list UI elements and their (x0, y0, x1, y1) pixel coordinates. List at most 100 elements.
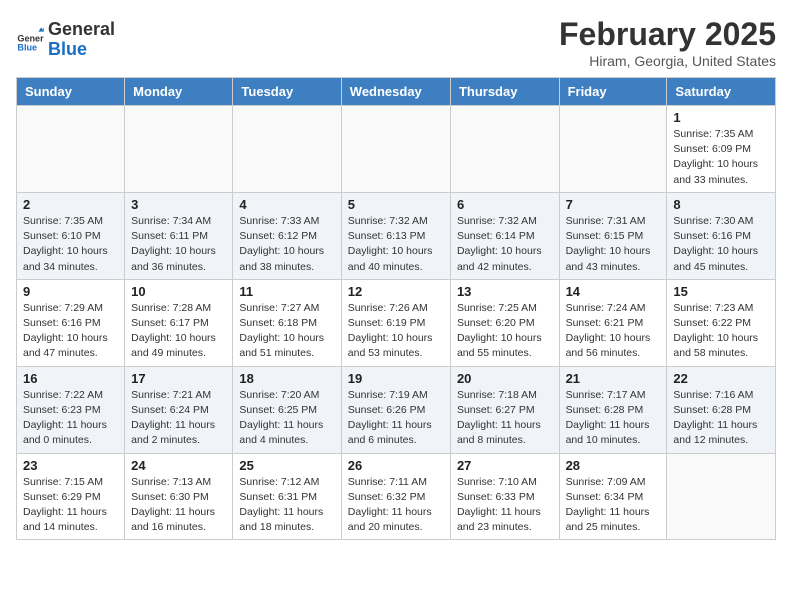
calendar-cell: 3Sunrise: 7:34 AM Sunset: 6:11 PM Daylig… (125, 192, 233, 279)
calendar-cell: 26 Sunrise: 7:11 AM Sunset: 6:32 PM Dayli… (341, 453, 450, 540)
day-info: Sunrise: 7:31 AM Sunset: 6:15 PM Dayligh… (566, 214, 661, 275)
calendar-table: SundayMondayTuesdayWednesdayThursdayFrid… (16, 77, 776, 540)
day-info: Sunrise: 7:22 AM Sunset: 6:23 PM Dayligh… (23, 388, 118, 449)
day-info: Sunrise: 7:32 AM Sunset: 6:13 PM Dayligh… (348, 214, 444, 275)
day-info: Sunrise: 7:13 AM Sunset: 6:30 PM Dayligh… (131, 475, 226, 536)
day-number: 11 (239, 284, 334, 299)
calendar-cell: 21 Sunrise: 7:17 AM Sunset: 6:28 PM Dayli… (559, 366, 667, 453)
day-number: 26 (348, 458, 444, 473)
day-info: Sunrise: 7:25 AM Sunset: 6:20 PM Dayligh… (457, 301, 553, 362)
calendar-cell: 6Sunrise: 7:32 AM Sunset: 6:14 PM Daylig… (450, 192, 559, 279)
day-number: 19 (348, 371, 444, 386)
day-number: 22 (673, 371, 769, 386)
day-number: 16 (23, 371, 118, 386)
calendar-cell: 18 Sunrise: 7:20 AM Sunset: 6:25 PM Dayli… (233, 366, 341, 453)
day-info: Sunrise: 7:11 AM Sunset: 6:32 PM Dayligh… (348, 475, 444, 536)
day-number: 21 (566, 371, 661, 386)
day-info: Sunrise: 7:30 AM Sunset: 6:16 PM Dayligh… (673, 214, 769, 275)
day-header-monday: Monday (125, 78, 233, 106)
calendar-cell (125, 106, 233, 193)
calendar-cell: 1 Sunrise: 7:35 AM Sunset: 6:09 PM Daylig… (667, 106, 776, 193)
day-info: Sunrise: 7:18 AM Sunset: 6:27 PM Dayligh… (457, 388, 553, 449)
calendar-cell: 8 Sunrise: 7:30 AM Sunset: 6:16 PM Daylig… (667, 192, 776, 279)
calendar-cell: 17Sunrise: 7:21 AM Sunset: 6:24 PM Dayli… (125, 366, 233, 453)
calendar-cell: 16 Sunrise: 7:22 AM Sunset: 6:23 PM Dayli… (17, 366, 125, 453)
day-info: Sunrise: 7:33 AM Sunset: 6:12 PM Dayligh… (239, 214, 334, 275)
calendar-cell: 2 Sunrise: 7:35 AM Sunset: 6:10 PM Daylig… (17, 192, 125, 279)
day-info: Sunrise: 7:26 AM Sunset: 6:19 PM Dayligh… (348, 301, 444, 362)
svg-text:Blue: Blue (17, 42, 37, 52)
page-header: General Blue General Blue February 2025 … (16, 16, 776, 69)
day-info: Sunrise: 7:20 AM Sunset: 6:25 PM Dayligh… (239, 388, 334, 449)
calendar-cell: 28 Sunrise: 7:09 AM Sunset: 6:34 PM Dayli… (559, 453, 667, 540)
calendar-cell (233, 106, 341, 193)
day-info: Sunrise: 7:15 AM Sunset: 6:29 PM Dayligh… (23, 475, 118, 536)
day-info: Sunrise: 7:16 AM Sunset: 6:28 PM Dayligh… (673, 388, 769, 449)
day-number: 2 (23, 197, 118, 212)
day-number: 4 (239, 197, 334, 212)
day-header-saturday: Saturday (667, 78, 776, 106)
day-number: 15 (673, 284, 769, 299)
calendar-cell (667, 453, 776, 540)
day-info: Sunrise: 7:21 AM Sunset: 6:24 PM Dayligh… (131, 388, 226, 449)
logo-icon: General Blue (16, 26, 44, 54)
day-number: 20 (457, 371, 553, 386)
day-number: 18 (239, 371, 334, 386)
logo-text-blue: Blue (48, 40, 115, 60)
day-header-thursday: Thursday (450, 78, 559, 106)
day-info: Sunrise: 7:17 AM Sunset: 6:28 PM Dayligh… (566, 388, 661, 449)
day-header-wednesday: Wednesday (341, 78, 450, 106)
calendar-cell: 20 Sunrise: 7:18 AM Sunset: 6:27 PM Dayli… (450, 366, 559, 453)
day-info: Sunrise: 7:09 AM Sunset: 6:34 PM Dayligh… (566, 475, 661, 536)
day-number: 5 (348, 197, 444, 212)
calendar-title-section: February 2025 Hiram, Georgia, United Sta… (559, 16, 776, 69)
calendar-cell: 14Sunrise: 7:24 AM Sunset: 6:21 PM Dayli… (559, 279, 667, 366)
location-subtitle: Hiram, Georgia, United States (559, 53, 776, 69)
day-number: 3 (131, 197, 226, 212)
day-info: Sunrise: 7:19 AM Sunset: 6:26 PM Dayligh… (348, 388, 444, 449)
day-info: Sunrise: 7:12 AM Sunset: 6:31 PM Dayligh… (239, 475, 334, 536)
calendar-header: SundayMondayTuesdayWednesdayThursdayFrid… (17, 78, 776, 106)
day-header-row: SundayMondayTuesdayWednesdayThursdayFrid… (17, 78, 776, 106)
day-info: Sunrise: 7:29 AM Sunset: 6:16 PM Dayligh… (23, 301, 118, 362)
calendar-cell: 23 Sunrise: 7:15 AM Sunset: 6:29 PM Dayli… (17, 453, 125, 540)
day-info: Sunrise: 7:35 AM Sunset: 6:09 PM Dayligh… (673, 127, 769, 188)
calendar-cell: 27Sunrise: 7:10 AM Sunset: 6:33 PM Dayli… (450, 453, 559, 540)
day-header-sunday: Sunday (17, 78, 125, 106)
calendar-week-row: 23 Sunrise: 7:15 AM Sunset: 6:29 PM Dayli… (17, 453, 776, 540)
calendar-week-row: 16 Sunrise: 7:22 AM Sunset: 6:23 PM Dayli… (17, 366, 776, 453)
month-year-title: February 2025 (559, 16, 776, 53)
day-info: Sunrise: 7:10 AM Sunset: 6:33 PM Dayligh… (457, 475, 553, 536)
calendar-cell: 7 Sunrise: 7:31 AM Sunset: 6:15 PM Daylig… (559, 192, 667, 279)
day-number: 23 (23, 458, 118, 473)
day-number: 25 (239, 458, 334, 473)
day-number: 12 (348, 284, 444, 299)
calendar-week-row: 1 Sunrise: 7:35 AM Sunset: 6:09 PM Daylig… (17, 106, 776, 193)
calendar-cell (17, 106, 125, 193)
calendar-week-row: 9 Sunrise: 7:29 AM Sunset: 6:16 PM Daylig… (17, 279, 776, 366)
calendar-cell: 22 Sunrise: 7:16 AM Sunset: 6:28 PM Dayli… (667, 366, 776, 453)
day-info: Sunrise: 7:28 AM Sunset: 6:17 PM Dayligh… (131, 301, 226, 362)
day-header-friday: Friday (559, 78, 667, 106)
calendar-cell: 13Sunrise: 7:25 AM Sunset: 6:20 PM Dayli… (450, 279, 559, 366)
calendar-cell (450, 106, 559, 193)
logo: General Blue General Blue (16, 20, 115, 60)
day-info: Sunrise: 7:23 AM Sunset: 6:22 PM Dayligh… (673, 301, 769, 362)
day-number: 10 (131, 284, 226, 299)
day-number: 9 (23, 284, 118, 299)
day-number: 7 (566, 197, 661, 212)
calendar-body: 1 Sunrise: 7:35 AM Sunset: 6:09 PM Daylig… (17, 106, 776, 540)
day-number: 1 (673, 110, 769, 125)
day-info: Sunrise: 7:35 AM Sunset: 6:10 PM Dayligh… (23, 214, 118, 275)
calendar-cell: 15 Sunrise: 7:23 AM Sunset: 6:22 PM Dayli… (667, 279, 776, 366)
day-info: Sunrise: 7:27 AM Sunset: 6:18 PM Dayligh… (239, 301, 334, 362)
calendar-cell: 5 Sunrise: 7:32 AM Sunset: 6:13 PM Daylig… (341, 192, 450, 279)
calendar-cell: 24Sunrise: 7:13 AM Sunset: 6:30 PM Dayli… (125, 453, 233, 540)
day-header-tuesday: Tuesday (233, 78, 341, 106)
day-number: 28 (566, 458, 661, 473)
day-number: 6 (457, 197, 553, 212)
calendar-cell (341, 106, 450, 193)
calendar-cell: 9 Sunrise: 7:29 AM Sunset: 6:16 PM Daylig… (17, 279, 125, 366)
calendar-cell: 11 Sunrise: 7:27 AM Sunset: 6:18 PM Dayli… (233, 279, 341, 366)
day-number: 8 (673, 197, 769, 212)
